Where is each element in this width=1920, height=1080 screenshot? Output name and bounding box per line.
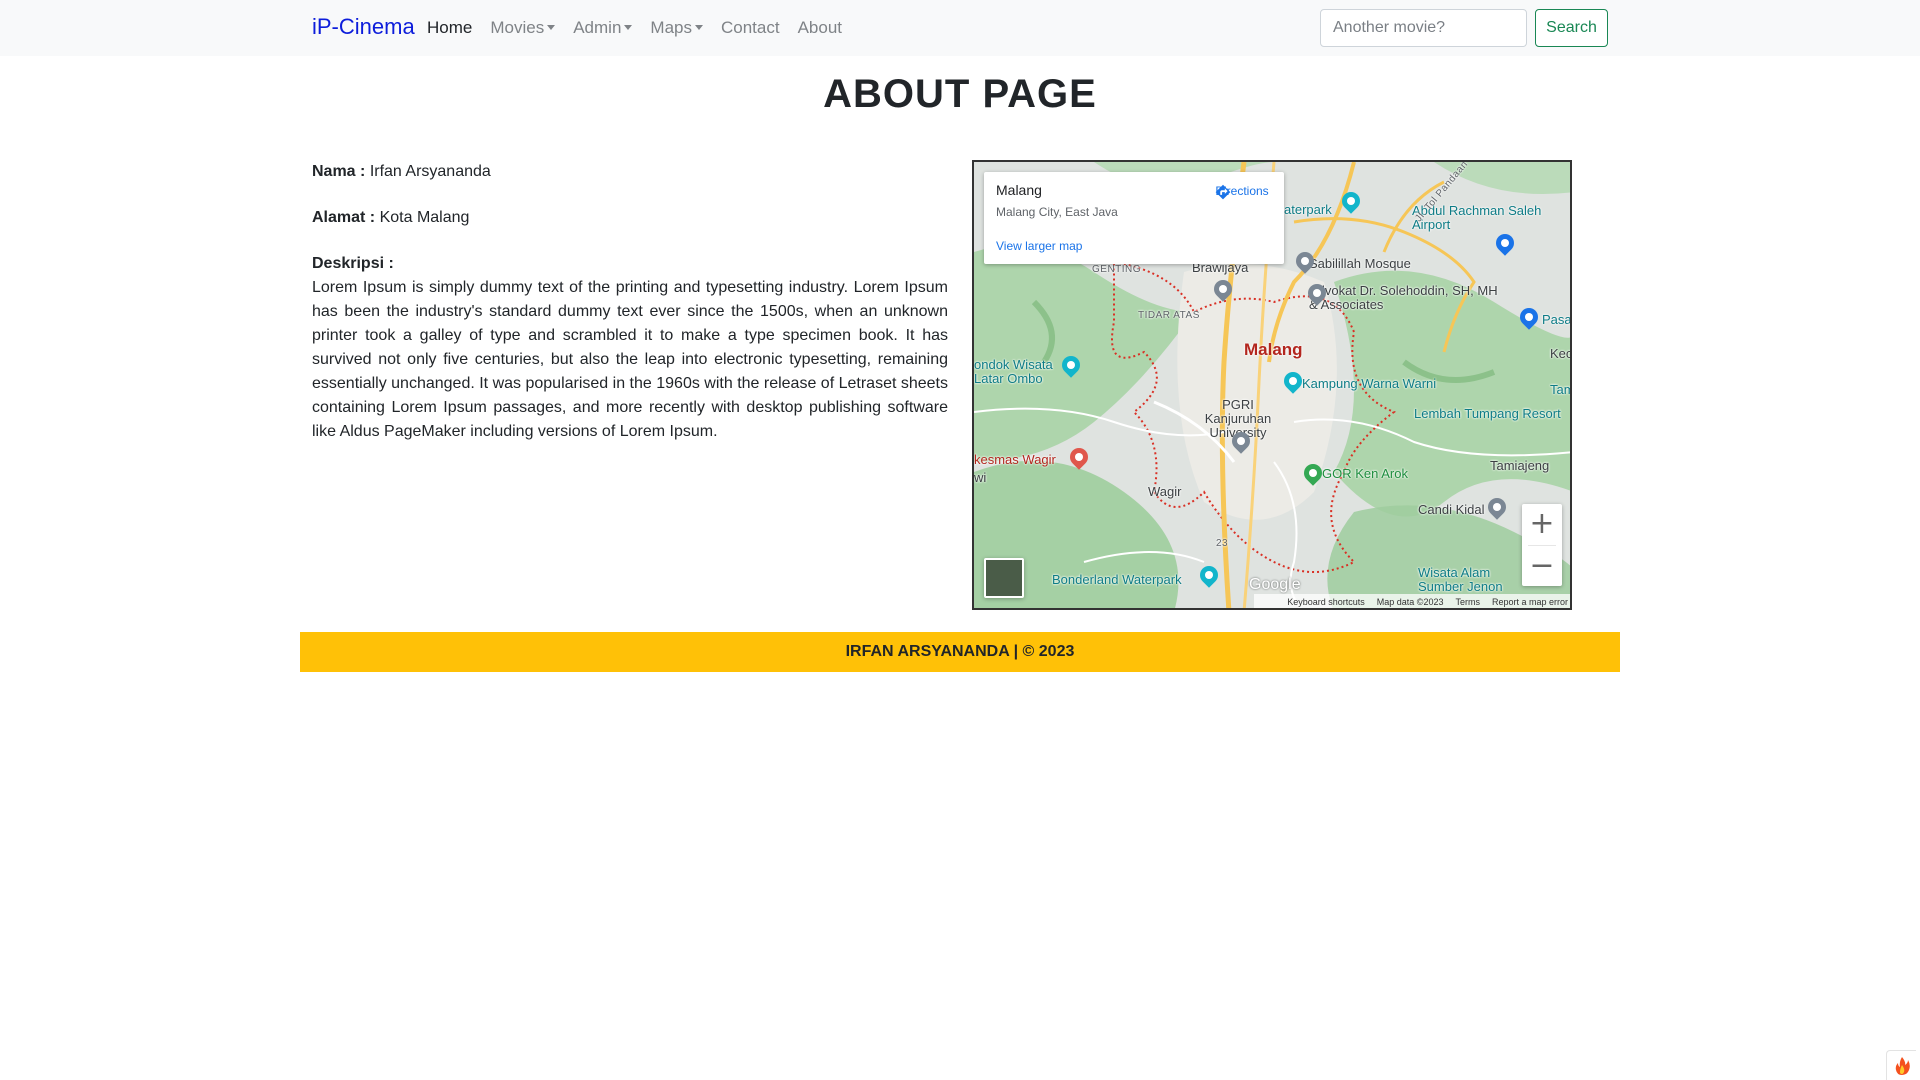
keyboard-shortcuts-link[interactable]: Keyboard shortcuts xyxy=(1287,597,1365,607)
nav-movies-label: Movies xyxy=(490,18,545,37)
map-label-malang: Malang xyxy=(1244,340,1303,359)
map-label-tamiajeng: Tamiajeng xyxy=(1490,458,1550,473)
nav-about[interactable]: About xyxy=(798,18,842,38)
nama-value: Irfan Arsyananda xyxy=(369,163,491,180)
zoom-controls: + − xyxy=(1522,504,1562,586)
caret-down-icon xyxy=(624,25,633,30)
deskripsi-text: Lorem Ipsum is simply dummy text of the … xyxy=(312,279,948,440)
nav-contact[interactable]: Contact xyxy=(721,18,780,38)
map-label-wagir: Wagir xyxy=(1148,484,1182,499)
map-label-sumber-jenon: Wisata Alam Sumber Jenon xyxy=(1418,565,1503,594)
nav-maps-dropdown[interactable]: Maps xyxy=(650,18,703,38)
fire-icon[interactable] xyxy=(1886,1050,1916,1080)
zoom-in-button[interactable]: + xyxy=(1522,504,1562,544)
nav-admin-label: Admin xyxy=(573,18,622,37)
nama-label: Nama : xyxy=(312,163,366,180)
map-label-waterpark: aterpark xyxy=(1284,202,1332,217)
brand-link[interactable]: iP-Cinema xyxy=(312,14,415,40)
map-label-kec: Kec xyxy=(1550,346,1572,361)
nav-maps-label: Maps xyxy=(650,18,692,37)
page-footer: IRFAN ARSYANANDA | © 2023 xyxy=(300,632,1620,672)
map-label-advokat: Advokat Dr. Solehoddin, SH, MH & Associa… xyxy=(1309,283,1498,312)
nav-menu: Home Movies Admin Maps Contact About xyxy=(427,18,860,38)
nav-admin-dropdown[interactable]: Admin xyxy=(573,18,633,38)
google-logo: Google xyxy=(1249,576,1301,593)
directions-icon xyxy=(1215,184,1231,200)
caret-down-icon xyxy=(694,25,703,30)
map-label-gor: GOR Ken Arok xyxy=(1322,466,1408,481)
page-title: ABOUT PAGE xyxy=(823,72,1097,116)
report-map-error-link[interactable]: Report a map error xyxy=(1492,597,1568,607)
map-label-puskesmas: kesmas Wagir xyxy=(974,452,1056,467)
nav-about-label: About xyxy=(797,18,843,37)
nav-home-label: Home xyxy=(427,18,473,37)
search-input[interactable] xyxy=(1320,9,1527,47)
map-label-lembah: Lembah Tumpang Resort xyxy=(1414,406,1561,421)
map-label-candi: Candi Kidal xyxy=(1418,502,1485,517)
fire-glyph xyxy=(1895,1057,1910,1075)
footer-text: IRFAN ARSYANANDA | © 2023 xyxy=(845,643,1075,660)
deskripsi-block: Deskripsi : Lorem Ipsum is simply dummy … xyxy=(312,252,948,444)
zoom-out-button[interactable]: − xyxy=(1522,546,1562,586)
map-label-tidar: TIDAR ATAS xyxy=(1138,310,1200,321)
map-label-tam: Tam xyxy=(1550,382,1570,397)
map-label-mosque: Sabilillah Mosque xyxy=(1309,256,1411,271)
alamat-row: Alamat : Kota Malang xyxy=(312,206,948,230)
google-map-embed[interactable]: Malang Abdul Rachman Saleh Airport Sabil… xyxy=(972,160,1572,610)
map-attribution: Keyboard shortcuts Map data ©2023 Terms … xyxy=(1254,594,1570,608)
map-data-text: Map data ©2023 xyxy=(1376,597,1444,607)
nav-contact-label: Contact xyxy=(720,18,780,37)
nav-home[interactable]: Home xyxy=(427,18,472,38)
map-label-pasa: Pasa xyxy=(1542,312,1572,327)
map-label-genting: GENTING xyxy=(1092,264,1142,275)
map-label-kampung: Kampung Warna Warni xyxy=(1302,376,1437,391)
map-label-bonderland: Bonderland Waterpark xyxy=(1052,572,1182,587)
map-place-name: Malang xyxy=(996,182,1042,198)
map-place-card: Malang Malang City, East Java View large… xyxy=(984,172,1284,264)
alamat-value: Kota Malang xyxy=(379,209,470,226)
alamat-label: Alamat : xyxy=(312,209,376,226)
map-label-wisata-latar-ombo: ondok Wisata Latar Ombo xyxy=(974,357,1053,386)
terms-link[interactable]: Terms xyxy=(1455,597,1480,607)
deskripsi-label: Deskripsi : xyxy=(312,255,394,272)
satellite-toggle-button[interactable] xyxy=(984,558,1024,598)
navbar: iP-Cinema Home Movies Admin Maps Contact… xyxy=(0,0,1920,56)
nama-row: Nama : Irfan Arsyananda xyxy=(312,160,948,184)
directions-button[interactable]: Directions xyxy=(1212,182,1272,200)
nav-movies-dropdown[interactable]: Movies xyxy=(490,18,556,38)
map-place-subtitle: Malang City, East Java xyxy=(996,205,1118,219)
about-info: Nama : Irfan Arsyananda Alamat : Kota Ma… xyxy=(312,160,948,444)
map-label-wi: wi xyxy=(974,470,987,485)
caret-down-icon xyxy=(547,25,556,30)
map-label-road-23: 23 xyxy=(1216,538,1229,549)
search-button[interactable]: Search xyxy=(1535,9,1608,47)
view-larger-map-link[interactable]: View larger map xyxy=(996,239,1082,253)
